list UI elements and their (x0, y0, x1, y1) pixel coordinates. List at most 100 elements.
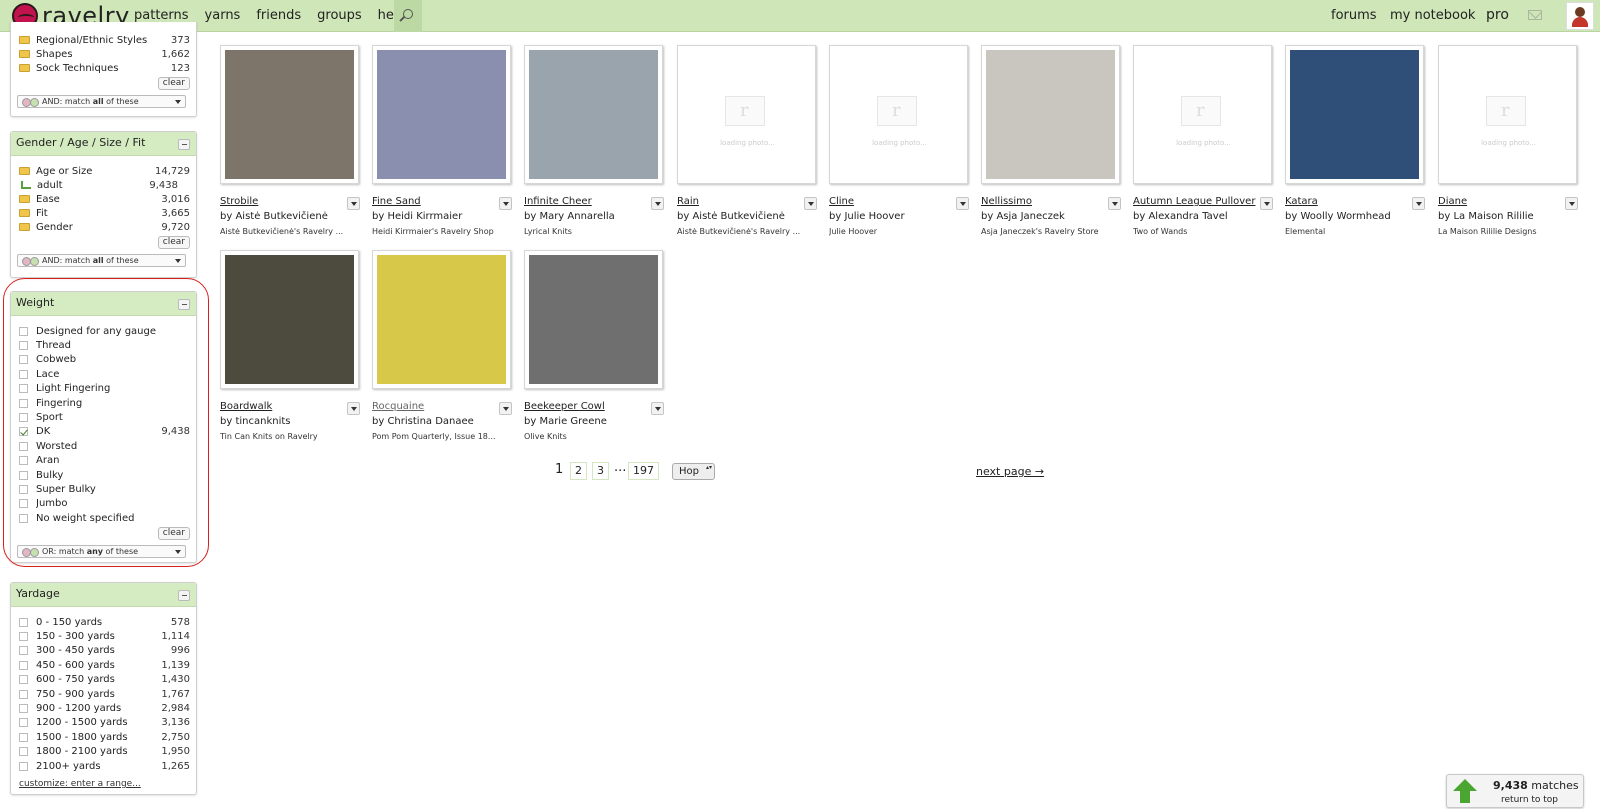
pattern-designer[interactable]: by Woolly Wormhead (1285, 211, 1391, 222)
pattern-menu-button[interactable] (956, 197, 969, 210)
yardage-checkbox[interactable] (19, 703, 28, 713)
gender-item-ease[interactable]: Ease 3,016 (19, 192, 190, 206)
page-link-3[interactable]: 3 (592, 462, 609, 480)
pattern-source[interactable]: Julie Hoover (829, 227, 959, 236)
pattern-designer[interactable]: by Aistė Butkevičienė (677, 211, 785, 222)
pattern-menu-button[interactable] (347, 197, 360, 210)
weight-option-2[interactable]: Cobweb (19, 353, 190, 367)
weight-checkbox[interactable] (19, 340, 28, 350)
yardage-checkbox[interactable] (19, 689, 28, 699)
weight-option-13[interactable]: No weight specified (19, 511, 190, 525)
next-page-link[interactable]: next page → (976, 465, 1044, 478)
yardage-option-1[interactable]: 150 - 300 yards 1,114 (19, 629, 190, 643)
pattern-menu-button[interactable] (347, 402, 360, 415)
yardage-option-2[interactable]: 300 - 450 yards 996 (19, 644, 190, 658)
pattern-designer[interactable]: by Asja Janeczek (981, 211, 1065, 222)
pattern-menu-button[interactable] (804, 197, 817, 210)
pattern-name-link[interactable]: Autumn League Pullover (1133, 196, 1255, 207)
collapse-button[interactable] (178, 590, 190, 601)
yardage-option-3[interactable]: 450 - 600 yards 1,139 (19, 658, 190, 672)
weight-checkbox[interactable] (19, 412, 28, 422)
category-item-regional[interactable]: Regional/Ethnic Styles 373 (19, 33, 190, 47)
page-link-2[interactable]: 2 (570, 462, 587, 480)
nav-groups[interactable]: groups (317, 8, 362, 23)
nav-patterns[interactable]: patterns (134, 8, 189, 23)
pattern-source[interactable]: Olive Knits (524, 432, 654, 441)
pattern-thumbnail[interactable] (220, 45, 359, 184)
gender-item-fit[interactable]: Fit 3,665 (19, 206, 190, 220)
yardage-checkbox[interactable] (19, 732, 28, 742)
weight-checkbox[interactable] (19, 427, 28, 437)
gender-clear-button[interactable]: clear (157, 236, 190, 249)
pattern-designer[interactable]: by Marie Greene (524, 416, 607, 427)
nav-my-notebook[interactable]: my notebook (1390, 8, 1475, 23)
pattern-designer[interactable]: by tincanknits (220, 416, 290, 427)
pattern-name-link[interactable]: Boardwalk (220, 401, 272, 412)
pattern-thumbnail[interactable] (220, 250, 359, 389)
weight-checkbox[interactable] (19, 369, 28, 379)
yardage-checkbox[interactable] (19, 675, 28, 685)
weight-option-1[interactable]: Thread (19, 338, 190, 352)
weight-option-8[interactable]: Worsted (19, 439, 190, 453)
pattern-source[interactable]: Pom Pom Quarterly, Issue 18... (372, 432, 502, 441)
weight-option-12[interactable]: Jumbo (19, 497, 190, 511)
yardage-checkbox[interactable] (19, 617, 28, 627)
yardage-option-9[interactable]: 1800 - 2100 yards 1,950 (19, 745, 190, 759)
yardage-checkbox[interactable] (19, 718, 28, 728)
weight-checkbox[interactable] (19, 384, 28, 394)
pattern-menu-button[interactable] (1108, 197, 1121, 210)
weight-checkbox[interactable] (19, 441, 28, 451)
yardage-option-5[interactable]: 750 - 900 yards 1,767 (19, 687, 190, 701)
pattern-name-link[interactable]: Nellissimo (981, 196, 1032, 207)
pattern-name-link[interactable]: Katara (1285, 196, 1318, 207)
pattern-name-link[interactable]: Beekeeper Cowl (524, 401, 605, 412)
weight-option-4[interactable]: Light Fingering (19, 382, 190, 396)
pattern-name-link[interactable]: Diane (1438, 196, 1467, 207)
weight-checkbox[interactable] (19, 484, 28, 494)
pattern-source[interactable]: Elemental (1285, 227, 1415, 236)
yardage-option-6[interactable]: 900 - 1200 yards 2,984 (19, 701, 190, 715)
pattern-name-link[interactable]: Infinite Cheer (524, 196, 592, 207)
category-match-select[interactable]: AND: match all of these (17, 95, 186, 108)
weight-option-7[interactable]: DK 9,438 (19, 425, 190, 439)
weight-option-0[interactable]: Designed for any gauge (19, 324, 190, 338)
pattern-name-link[interactable]: Rain (677, 196, 699, 207)
pattern-source[interactable]: Two of Wands (1133, 227, 1263, 236)
pattern-menu-button[interactable] (499, 402, 512, 415)
weight-option-3[interactable]: Lace (19, 367, 190, 381)
pattern-name-link[interactable]: Rocquaine (372, 401, 424, 412)
pattern-source[interactable]: La Maison Rililie Designs (1438, 227, 1568, 236)
pattern-designer[interactable]: by Heidi Kirrmaier (372, 211, 462, 222)
pattern-source[interactable]: Asja Janeczek's Ravelry Store (981, 227, 1111, 236)
pattern-thumbnail[interactable]: loading photo... (1133, 45, 1272, 184)
pattern-name-link[interactable]: Cline (829, 196, 854, 207)
collapse-button[interactable] (178, 139, 190, 150)
avatar[interactable] (1566, 2, 1594, 30)
pattern-thumbnail[interactable] (524, 250, 663, 389)
weight-option-6[interactable]: Sport (19, 410, 190, 424)
pattern-designer[interactable]: by Aistė Butkevičienė (220, 211, 328, 222)
hop-select[interactable]: Hop (672, 463, 715, 480)
pattern-source[interactable]: Lyrical Knits (524, 227, 654, 236)
gender-item-adult[interactable]: adult 9,438 (19, 178, 190, 192)
weight-checkbox[interactable] (19, 499, 28, 509)
weight-checkbox[interactable] (19, 326, 28, 336)
return-to-top-box[interactable]: 9,438 matches return to top (1446, 774, 1584, 808)
pattern-thumbnail[interactable]: loading photo... (677, 45, 816, 184)
pattern-designer[interactable]: by Alexandra Tavel (1133, 211, 1228, 222)
yardage-option-0[interactable]: 0 - 150 yards 578 (19, 615, 190, 629)
nav-forums[interactable]: forums (1331, 8, 1377, 23)
weight-option-9[interactable]: Aran (19, 454, 190, 468)
pattern-thumbnail[interactable] (1285, 45, 1424, 184)
pattern-designer[interactable]: by La Maison Rililie (1438, 211, 1534, 222)
yardage-checkbox[interactable] (19, 660, 28, 670)
yardage-checkbox[interactable] (19, 761, 28, 771)
yardage-option-8[interactable]: 1500 - 1800 yards 2,750 (19, 730, 190, 744)
pattern-source[interactable]: Aistė Butkevičienė's Ravelry ... (220, 227, 350, 236)
weight-checkbox[interactable] (19, 355, 28, 365)
pattern-thumbnail[interactable] (372, 250, 511, 389)
yardage-option-4[interactable]: 600 - 750 yards 1,430 (19, 673, 190, 687)
pattern-thumbnail[interactable]: loading photo... (1438, 45, 1577, 184)
pattern-menu-button[interactable] (651, 402, 664, 415)
category-item-shapes[interactable]: Shapes 1,662 (19, 47, 190, 61)
